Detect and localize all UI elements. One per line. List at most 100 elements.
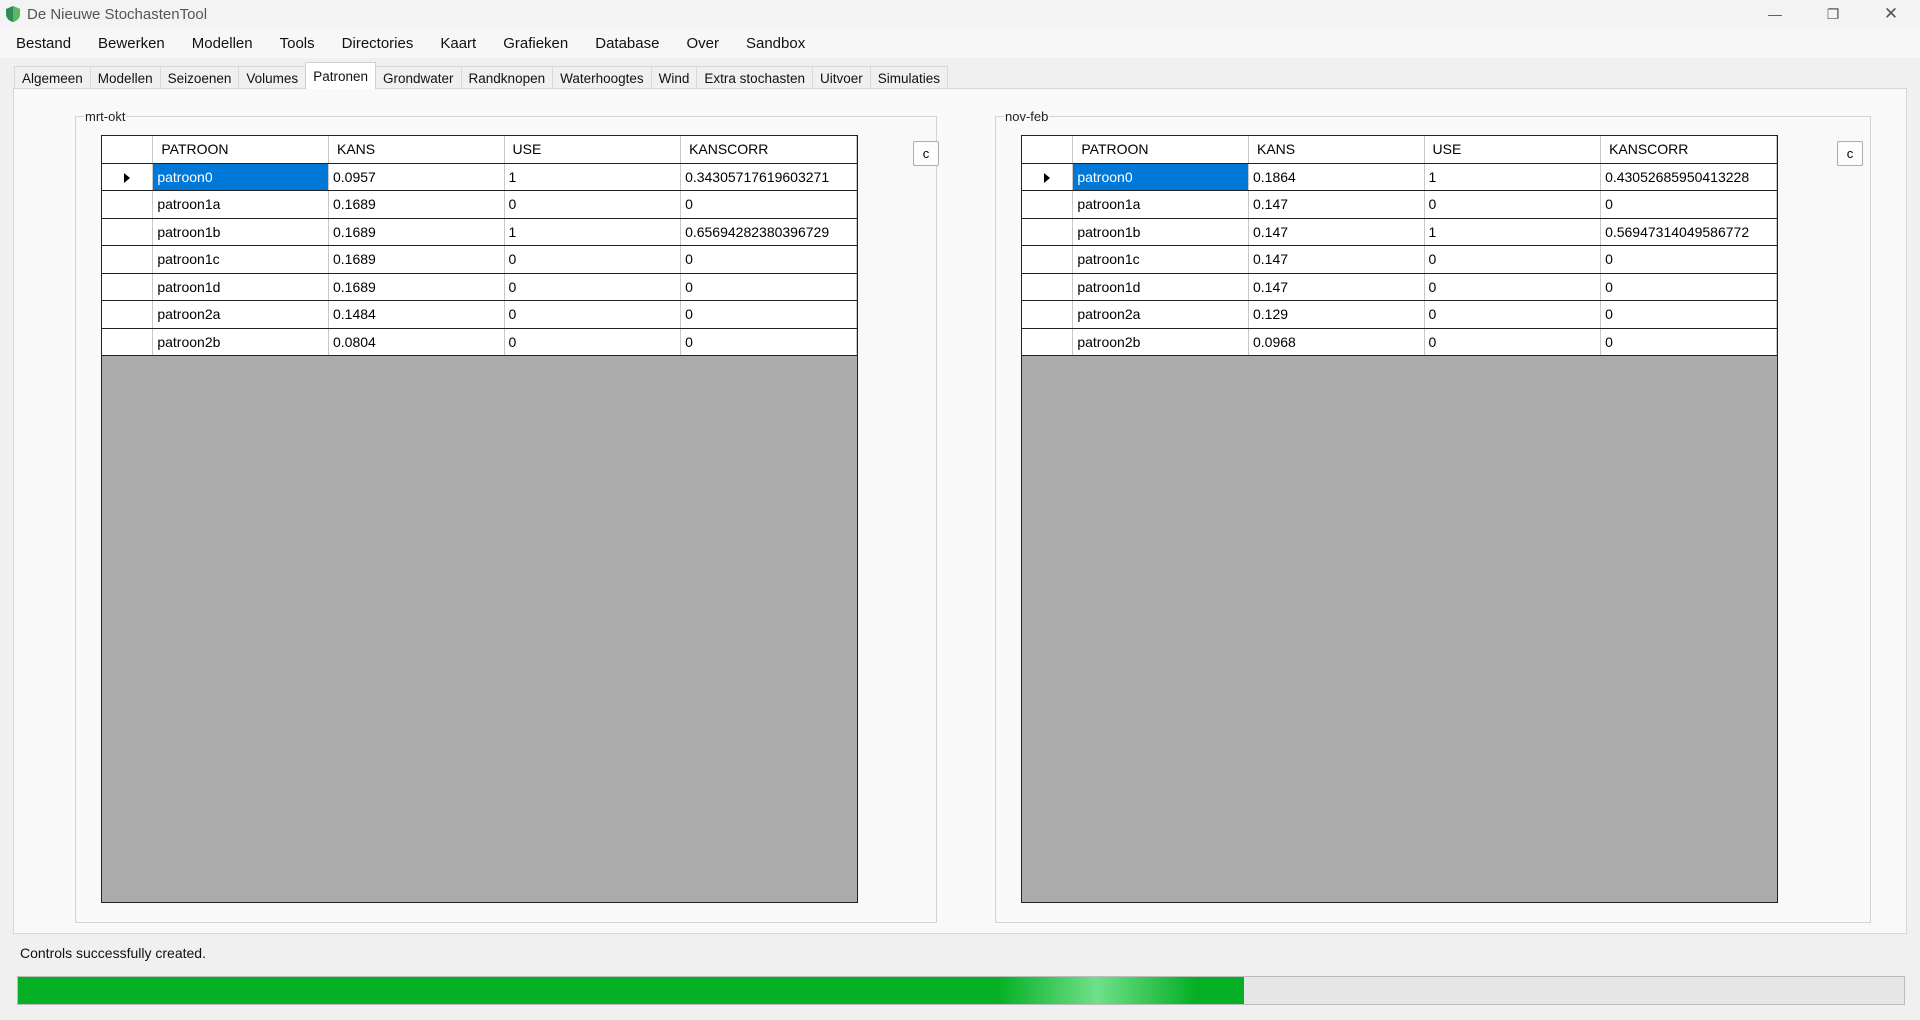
close-button[interactable]: ✕ [1862,0,1920,28]
row-header[interactable] [102,163,154,191]
column-header-patroon[interactable]: PATROON [152,136,329,164]
table-row[interactable]: patroon1c 0.147 0 0 [1022,245,1777,274]
row-header[interactable] [102,245,154,274]
tab-patronen[interactable]: Patronen [305,62,376,89]
row-header[interactable] [1022,273,1074,301]
table-row[interactable]: patroon1d 0.1689 0 0 [102,273,857,301]
cell-kans[interactable]: 0.1689 [328,245,505,274]
cell-kans[interactable]: 0.0804 [328,328,505,356]
cell-kans[interactable]: 0.147 [1248,190,1425,219]
cell-kanscorr[interactable]: 0 [680,300,857,329]
tab-simulaties[interactable]: Simulaties [869,66,949,89]
cell-use[interactable]: 1 [504,218,682,246]
cell-patroon[interactable]: patroon1d [1072,273,1249,301]
menu-sandbox[interactable]: Sandbox [730,35,816,52]
menu-database[interactable]: Database [579,35,670,52]
cell-kanscorr[interactable]: 0 [680,273,857,301]
menu-directories[interactable]: Directories [326,35,425,52]
cell-patroon[interactable]: patroon2b [1072,328,1249,356]
cell-patroon[interactable]: patroon2b [152,328,329,356]
tab-uitvoer[interactable]: Uitvoer [811,66,871,89]
cell-patroon[interactable]: patroon1a [1072,190,1249,219]
maximize-button[interactable]: ❐ [1804,0,1862,28]
column-header-kans[interactable]: KANS [1248,136,1425,164]
tab-grondwater[interactable]: Grondwater [374,66,462,89]
cell-kanscorr[interactable]: 0.65694282380396729 [680,218,857,246]
cell-patroon[interactable]: patroon1d [152,273,329,301]
tab-volumes[interactable]: Volumes [238,66,307,89]
cell-use[interactable]: 0 [504,190,682,219]
cell-use[interactable]: 0 [1424,328,1602,356]
cell-kanscorr[interactable]: 0 [1600,273,1777,301]
menu-grafieken[interactable]: Grafieken [487,35,579,52]
table-row[interactable]: patroon2a 0.129 0 0 [1022,300,1777,329]
cell-kanscorr[interactable]: 0.343057176196032​71 [680,163,857,191]
column-header-use[interactable]: USE [1424,136,1602,164]
table-row[interactable]: patroon1b 0.1689 1 0.65694282380396729 [102,218,857,246]
row-header[interactable] [1022,328,1074,356]
row-header[interactable] [1022,163,1074,191]
cell-kans[interactable]: 0.1864 [1248,163,1425,191]
cell-use[interactable]: 0 [504,245,682,274]
tab-seizoenen[interactable]: Seizoenen [159,66,240,89]
tab-waterhoogtes[interactable]: Waterhoogtes [552,66,652,89]
cell-kans[interactable]: 0.1689 [328,218,505,246]
column-header-kanscorr[interactable]: KANSCORR [1600,136,1777,164]
cell-kans[interactable]: 0.1689 [328,273,505,301]
menu-kaart[interactable]: Kaart [424,35,487,52]
table-row[interactable]: patroon2a 0.1484 0 0 [102,300,857,329]
menu-modellen[interactable]: Modellen [176,35,264,52]
cell-kanscorr[interactable]: 0 [680,245,857,274]
cell-use[interactable]: 1 [1424,218,1602,246]
cell-kans[interactable]: 0.147 [1248,218,1425,246]
row-header[interactable] [102,218,154,246]
cell-patroon[interactable]: patroon1c [1072,245,1249,274]
cell-patroon[interactable]: patroon2a [1072,300,1249,329]
cell-kanscorr[interactable]: 0.43052685950413228 [1600,163,1777,191]
cell-patroon[interactable]: patroon1b [152,218,329,246]
cell-use[interactable]: 1 [504,163,682,191]
cell-use[interactable]: 0 [1424,273,1602,301]
cell-use[interactable]: 1 [1424,163,1602,191]
c-button-mrt-okt[interactable]: c [913,141,939,166]
cell-kans[interactable]: 0.1689 [328,190,505,219]
tab-extra-stochasten[interactable]: Extra stochasten [696,66,813,89]
tab-modellen[interactable]: Modellen [89,66,161,89]
menu-tools[interactable]: Tools [264,35,326,52]
menu-bewerken[interactable]: Bewerken [82,35,176,52]
cell-kans[interactable]: 0.129 [1248,300,1425,329]
cell-use[interactable]: 0 [504,328,682,356]
cell-kans[interactable]: 0.147 [1248,245,1425,274]
tab-algemeen[interactable]: Algemeen [14,66,91,89]
tab-wind[interactable]: Wind [650,66,698,89]
table-row[interactable]: patroon1d 0.147 0 0 [1022,273,1777,301]
cell-kanscorr[interactable]: 0 [1600,245,1777,274]
cell-kanscorr[interactable]: 0 [1600,190,1777,219]
cell-kanscorr[interactable]: 0 [680,190,857,219]
row-header[interactable] [102,273,154,301]
cell-use[interactable]: 0 [1424,245,1602,274]
column-header-patroon[interactable]: PATROON [1072,136,1249,164]
row-header[interactable] [1022,300,1074,329]
cell-use[interactable]: 0 [504,273,682,301]
menu-over[interactable]: Over [670,35,730,52]
grid-nov-feb[interactable]: PATROON KANS USE KANSCORR patroon0 0.186… [1021,135,1778,903]
cell-kanscorr[interactable]: 0 [1600,300,1777,329]
column-header-use[interactable]: USE [504,136,682,164]
c-button-nov-feb[interactable]: c [1837,141,1863,166]
tab-randknopen[interactable]: Randknopen [460,66,554,89]
cell-patroon[interactable]: patroon1b [1072,218,1249,246]
row-header[interactable] [102,300,154,329]
table-row[interactable]: patroon1a 0.1689 0 0 [102,190,857,219]
cell-kans[interactable]: 0.147 [1248,273,1425,301]
cell-kans[interactable]: 0.0968 [1248,328,1425,356]
table-row[interactable]: patroon1b 0.147 1 0.56947314049586772 [1022,218,1777,246]
table-row[interactable]: patroon1c 0.1689 0 0 [102,245,857,274]
cell-use[interactable]: 0 [1424,190,1602,219]
table-row[interactable]: patroon0 0.0957 1 0.343057176196032​71 [102,163,857,191]
table-row[interactable]: patroon0 0.1864 1 0.43052685950413228 [1022,163,1777,191]
cell-patroon[interactable]: patroon1c [152,245,329,274]
row-header[interactable] [102,328,154,356]
cell-kanscorr[interactable]: 0 [680,328,857,356]
cell-patroon[interactable]: patroon2a [152,300,329,329]
